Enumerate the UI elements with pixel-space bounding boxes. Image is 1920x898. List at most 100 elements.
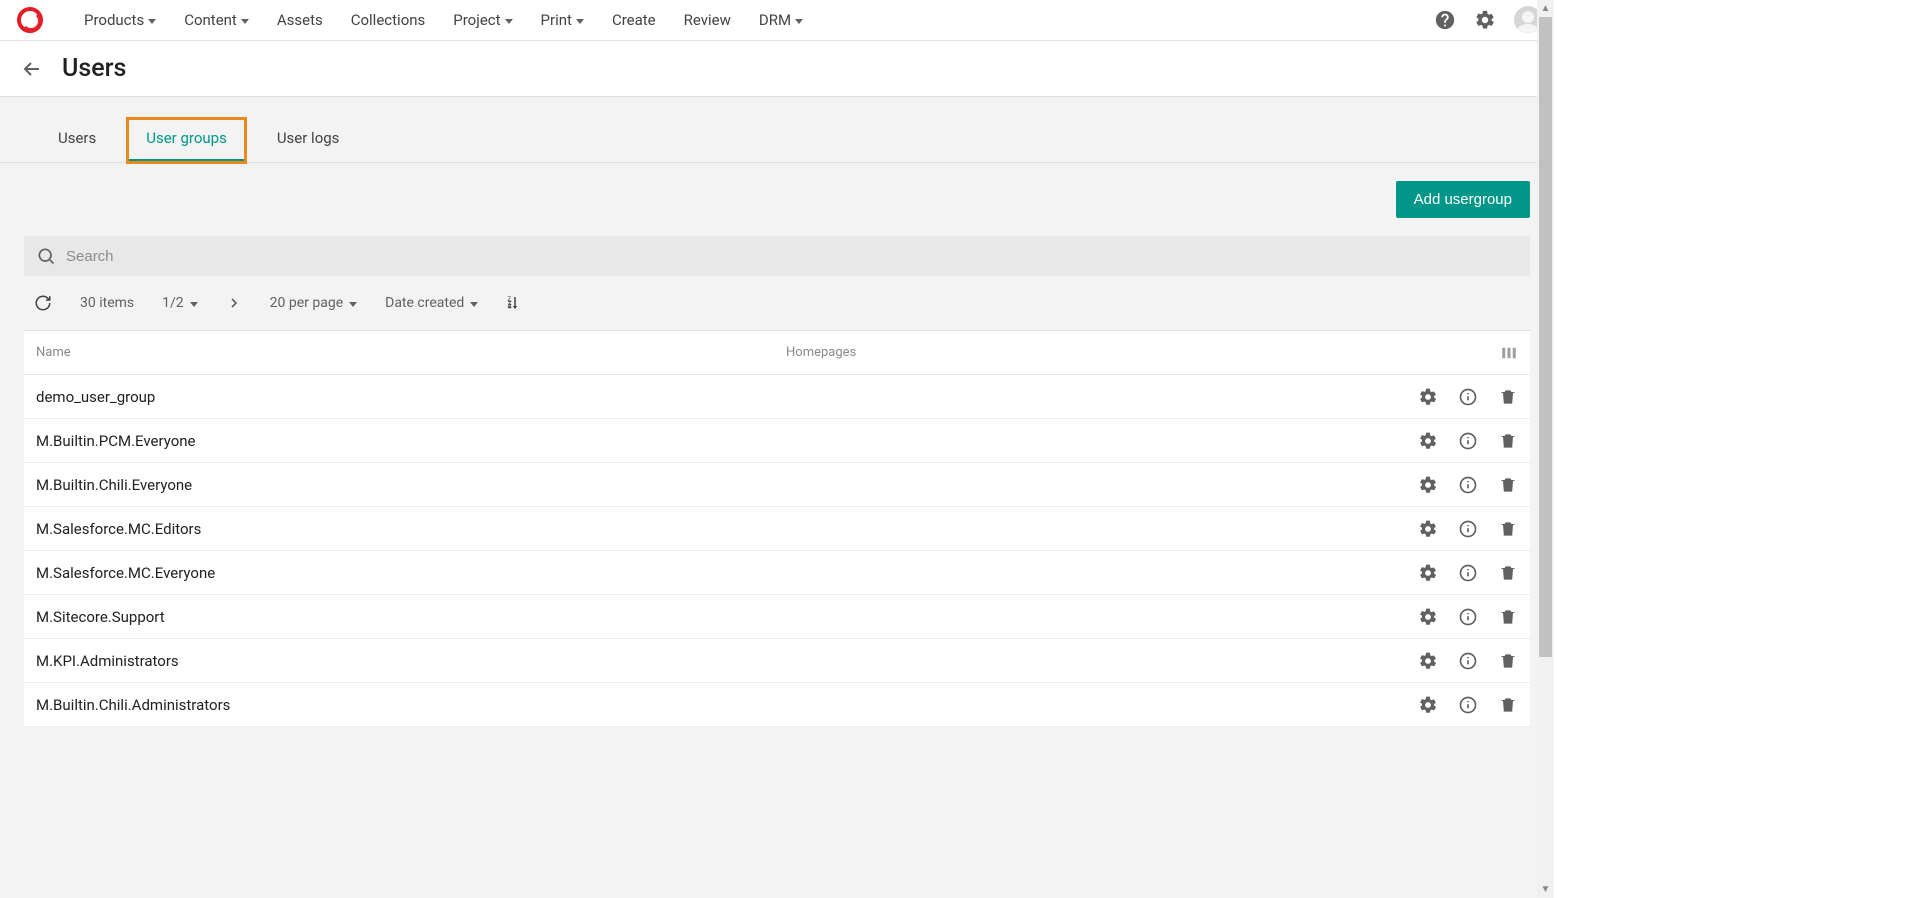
search-icon bbox=[36, 246, 56, 266]
brand-logo[interactable] bbox=[0, 7, 60, 33]
cell-name: M.Builtin.Chili.Everyone bbox=[36, 476, 786, 494]
trash-icon[interactable] bbox=[1498, 607, 1518, 627]
info-icon[interactable] bbox=[1458, 475, 1478, 495]
search-input[interactable] bbox=[66, 248, 1518, 265]
info-icon[interactable] bbox=[1458, 607, 1478, 627]
info-icon[interactable] bbox=[1458, 695, 1478, 715]
content-area: UsersUser groupsUser logs Add usergroup … bbox=[0, 97, 1554, 898]
gear-icon[interactable] bbox=[1418, 651, 1438, 671]
per-page-selector[interactable]: 20 per page bbox=[270, 295, 357, 311]
tabs: Users User groups User logs bbox=[0, 97, 1554, 163]
tab-users[interactable]: Users bbox=[40, 119, 114, 162]
table-row[interactable]: M.Salesforce.MC.Everyone bbox=[24, 551, 1530, 595]
trash-icon[interactable] bbox=[1498, 651, 1518, 671]
nav-label: Print bbox=[541, 11, 572, 29]
help-icon[interactable] bbox=[1434, 9, 1456, 31]
table-row[interactable]: M.Salesforce.MC.Editors bbox=[24, 507, 1530, 551]
item-count: 30 items bbox=[80, 295, 134, 311]
gear-icon[interactable] bbox=[1418, 607, 1438, 627]
row-actions bbox=[1368, 387, 1518, 407]
row-actions bbox=[1368, 607, 1518, 627]
per-page-label: 20 per page bbox=[270, 295, 343, 311]
info-icon[interactable] bbox=[1458, 431, 1478, 451]
nav-item-print[interactable]: Print bbox=[541, 11, 584, 29]
gear-icon[interactable] bbox=[1418, 519, 1438, 539]
page-selector[interactable]: 1/2 bbox=[162, 295, 198, 311]
trash-icon[interactable] bbox=[1498, 387, 1518, 407]
sort-direction-button[interactable]: ZA bbox=[506, 294, 524, 312]
scrollbar[interactable]: ▲ ▼ bbox=[1537, 0, 1554, 898]
cell-name: M.Builtin.PCM.Everyone bbox=[36, 432, 786, 450]
trash-icon[interactable] bbox=[1498, 431, 1518, 451]
column-homepages[interactable]: Homepages bbox=[786, 345, 1368, 360]
table-row[interactable]: M.KPI.Administrators bbox=[24, 639, 1530, 683]
scroll-thumb[interactable] bbox=[1539, 17, 1552, 657]
caret-down-icon bbox=[241, 19, 249, 24]
nav-item-collections[interactable]: Collections bbox=[351, 11, 426, 29]
nav-label: Content bbox=[184, 11, 237, 29]
nav-label: Create bbox=[612, 11, 656, 29]
gear-icon[interactable] bbox=[1418, 563, 1438, 583]
scroll-up-icon[interactable]: ▲ bbox=[1537, 0, 1554, 17]
nav-item-assets[interactable]: Assets bbox=[277, 11, 323, 29]
gear-icon[interactable] bbox=[1418, 695, 1438, 715]
page-indicator: 1/2 bbox=[162, 295, 184, 311]
table-row[interactable]: M.Builtin.Chili.Everyone bbox=[24, 463, 1530, 507]
trash-icon[interactable] bbox=[1498, 519, 1518, 539]
row-actions bbox=[1368, 695, 1518, 715]
cell-name: M.KPI.Administrators bbox=[36, 652, 786, 670]
tab-user-groups[interactable]: User groups bbox=[128, 119, 245, 162]
sort-label: Date created bbox=[385, 295, 464, 311]
nav-item-project[interactable]: Project bbox=[453, 11, 512, 29]
next-page-button[interactable] bbox=[226, 295, 242, 311]
caret-down-icon bbox=[190, 302, 198, 307]
info-icon[interactable] bbox=[1458, 519, 1478, 539]
search-box bbox=[24, 236, 1530, 276]
gear-icon[interactable] bbox=[1418, 431, 1438, 451]
nav-label: Collections bbox=[351, 11, 426, 29]
info-icon[interactable] bbox=[1458, 563, 1478, 583]
column-name[interactable]: Name bbox=[36, 345, 786, 360]
settings-icon[interactable] bbox=[1474, 9, 1496, 31]
table-row[interactable]: M.Builtin.PCM.Everyone bbox=[24, 419, 1530, 463]
usergroups-table: Name Homepages demo_user_group M.Builtin.… bbox=[24, 330, 1530, 727]
back-arrow-icon[interactable] bbox=[20, 57, 44, 81]
nav-item-content[interactable]: Content bbox=[184, 11, 249, 29]
table-row[interactable]: demo_user_group bbox=[24, 375, 1530, 419]
nav-label: DRM bbox=[759, 11, 791, 29]
nav-label: Products bbox=[84, 11, 144, 29]
gear-icon[interactable] bbox=[1418, 387, 1438, 407]
nav-label: Project bbox=[453, 11, 500, 29]
nav-item-products[interactable]: Products bbox=[84, 11, 156, 29]
row-actions bbox=[1368, 651, 1518, 671]
trash-icon[interactable] bbox=[1498, 563, 1518, 583]
top-nav: Products Content Assets Collections Project P… bbox=[0, 0, 1554, 41]
trash-icon[interactable] bbox=[1498, 695, 1518, 715]
cell-name: demo_user_group bbox=[36, 388, 786, 406]
row-actions bbox=[1368, 563, 1518, 583]
list-meta: 30 items 1/2 20 per page Date created ZA bbox=[0, 276, 1554, 330]
info-icon[interactable] bbox=[1458, 387, 1478, 407]
trash-icon[interactable] bbox=[1498, 475, 1518, 495]
sort-selector[interactable]: Date created bbox=[385, 295, 478, 311]
row-actions bbox=[1368, 475, 1518, 495]
table-row[interactable]: M.Sitecore.Support bbox=[24, 595, 1530, 639]
nav-item-review[interactable]: Review bbox=[684, 11, 731, 29]
columns-config-icon[interactable] bbox=[1500, 344, 1518, 362]
caret-down-icon bbox=[795, 19, 803, 24]
refresh-button[interactable] bbox=[34, 294, 52, 312]
table-header: Name Homepages bbox=[24, 331, 1530, 375]
nav-label: Review bbox=[684, 11, 731, 29]
gear-icon[interactable] bbox=[1418, 475, 1438, 495]
tab-user-logs[interactable]: User logs bbox=[259, 119, 358, 162]
nav-item-create[interactable]: Create bbox=[612, 11, 656, 29]
page-title: Users bbox=[62, 54, 126, 83]
table-row[interactable]: M.Builtin.Chili.Administrators bbox=[24, 683, 1530, 727]
add-usergroup-button[interactable]: Add usergroup bbox=[1396, 181, 1530, 218]
cell-name: M.Salesforce.MC.Everyone bbox=[36, 564, 786, 582]
info-icon[interactable] bbox=[1458, 651, 1478, 671]
caret-down-icon bbox=[470, 302, 478, 307]
nav-item-drm[interactable]: DRM bbox=[759, 11, 803, 29]
scroll-down-icon[interactable]: ▼ bbox=[1537, 881, 1554, 898]
sitecore-logo-icon bbox=[17, 7, 43, 33]
